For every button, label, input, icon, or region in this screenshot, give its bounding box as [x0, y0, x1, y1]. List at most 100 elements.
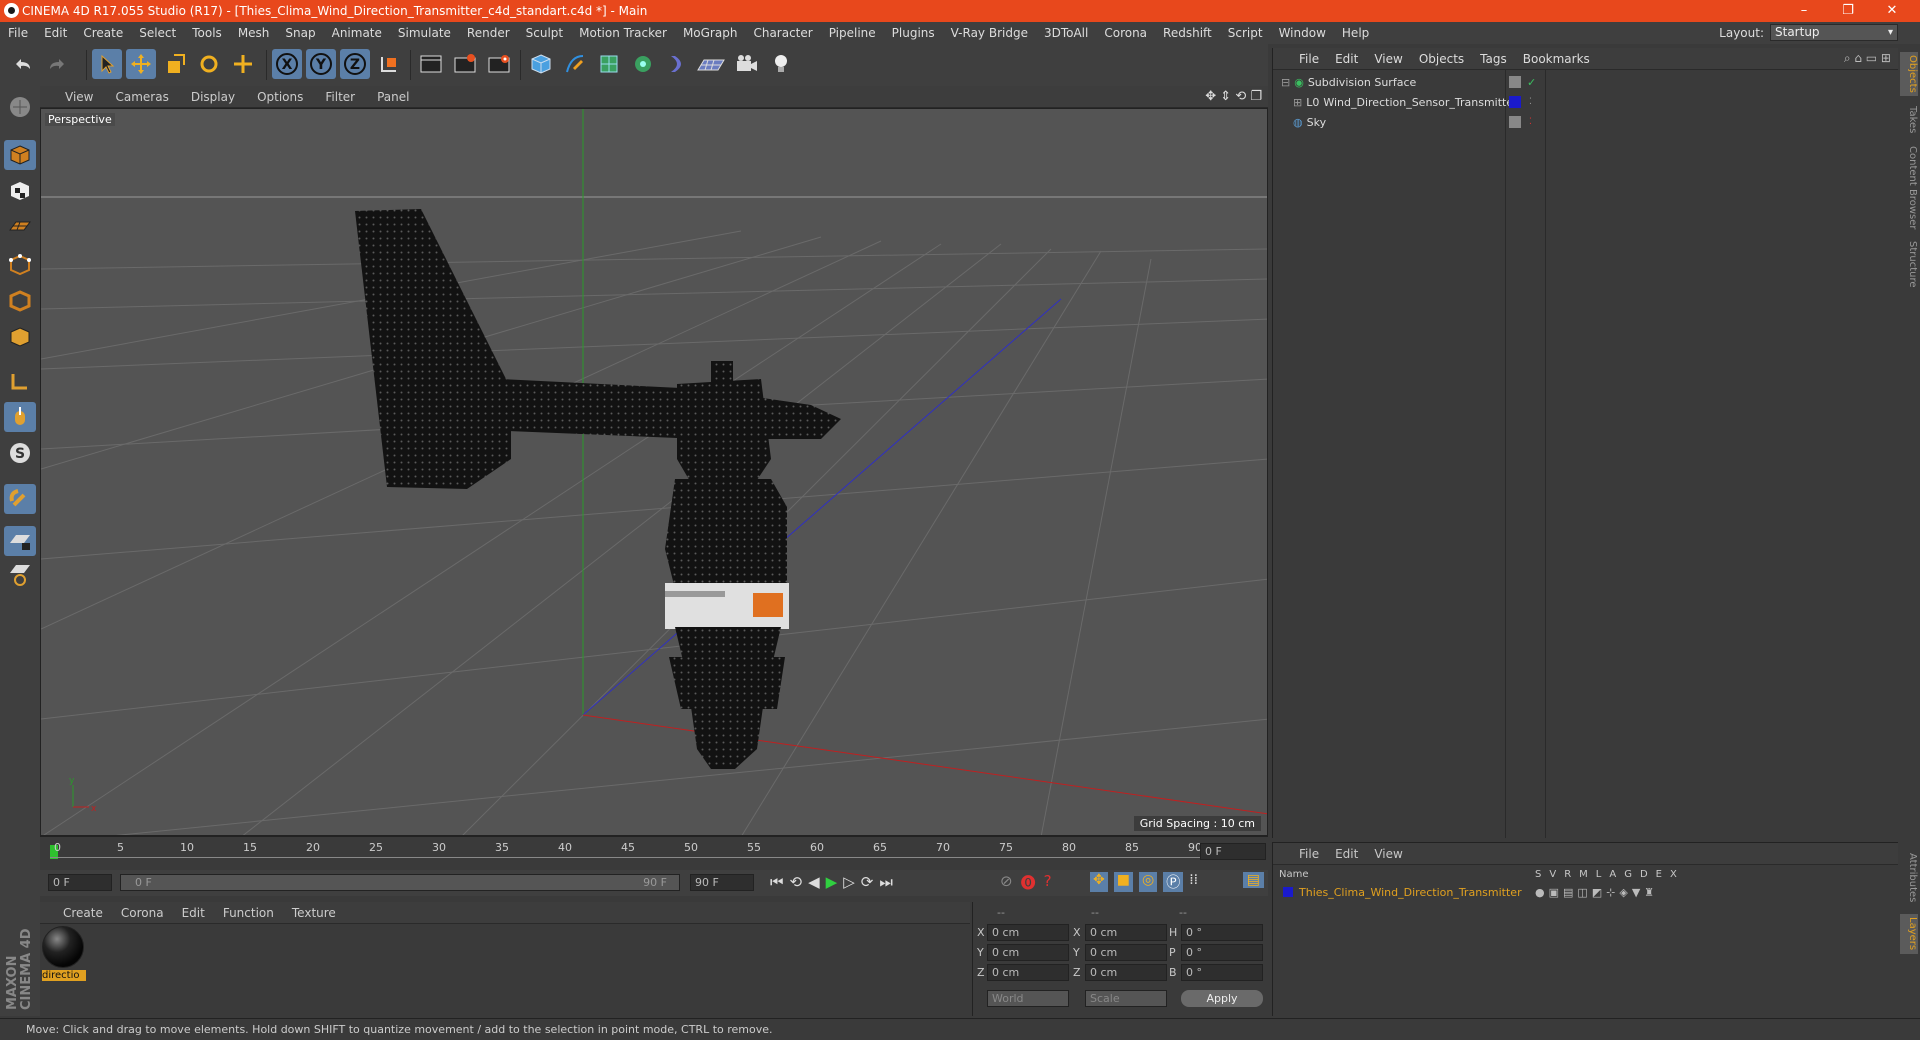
- layer-tag-icon[interactable]: [1509, 76, 1521, 88]
- size-x-field[interactable]: 0 cm: [1085, 924, 1167, 941]
- key-pla-icon[interactable]: ⁞⁞: [1189, 872, 1198, 892]
- obj-menu-edit[interactable]: Edit: [1327, 52, 1366, 66]
- viewport-nav-icons[interactable]: ✥ ⇕ ⟲ ❐: [1205, 89, 1262, 104]
- tab-objects[interactable]: Objects: [1900, 52, 1918, 96]
- edges-mode-icon[interactable]: [4, 286, 36, 316]
- layer-name[interactable]: Thies_Clima_Wind_Direction_Transmitter: [1299, 886, 1522, 899]
- render-view-icon[interactable]: [416, 49, 446, 79]
- mat-menu-edit[interactable]: Edit: [173, 906, 214, 920]
- object-row-wind-sensor[interactable]: ⊞ L0 Wind_Direction_Sensor_Transmitter ⁚: [1273, 92, 1899, 112]
- visibility-dots-icon[interactable]: ⁚: [1529, 117, 1532, 127]
- menu-create[interactable]: Create: [75, 26, 131, 40]
- menu-sculpt[interactable]: Sculpt: [518, 26, 571, 40]
- obj-menu-file[interactable]: File: [1291, 52, 1327, 66]
- render-settings-icon[interactable]: [484, 49, 514, 79]
- mat-menu-texture[interactable]: Texture: [283, 906, 345, 920]
- vp-menu-cameras[interactable]: Cameras: [104, 90, 179, 104]
- layout-dropdown[interactable]: Startup: [1770, 24, 1898, 41]
- tab-layers[interactable]: Layers: [1900, 914, 1918, 954]
- close-button[interactable]: ✕: [1870, 0, 1914, 22]
- rotate-tool-icon[interactable]: [194, 49, 224, 79]
- workplane-mode-icon[interactable]: [4, 212, 36, 242]
- vp-menu-panel[interactable]: Panel: [366, 90, 420, 104]
- minimize-button[interactable]: –: [1782, 0, 1826, 22]
- prev-key-icon[interactable]: ⟲: [790, 873, 803, 891]
- layer-menu-file[interactable]: File: [1291, 847, 1327, 861]
- tweak-mode-icon[interactable]: [4, 402, 36, 432]
- key-parameter-icon[interactable]: Ⓟ: [1163, 872, 1184, 892]
- menu-mesh[interactable]: Mesh: [230, 26, 278, 40]
- go-to-start-icon[interactable]: ⏮: [770, 873, 784, 891]
- menu-vray-bridge[interactable]: V-Ray Bridge: [943, 26, 1036, 40]
- cloner-icon[interactable]: [628, 49, 658, 79]
- transform-tool-icon[interactable]: [228, 49, 258, 79]
- menu-help[interactable]: Help: [1334, 26, 1377, 40]
- tab-takes[interactable]: Takes: [1900, 102, 1918, 138]
- menu-motion-tracker[interactable]: Motion Tracker: [571, 26, 675, 40]
- axis-mode-icon[interactable]: [4, 366, 36, 396]
- mat-menu-create[interactable]: Create: [54, 906, 112, 920]
- model-mode-icon[interactable]: [4, 140, 36, 170]
- deformer-icon[interactable]: [662, 49, 692, 79]
- z-axis-lock-icon[interactable]: Z: [340, 49, 370, 79]
- cube-object-icon[interactable]: [526, 49, 556, 79]
- timeline[interactable]: 0 5 10 15 20 25 30 35 40 45 50 55 60 65 70 75 80 85 90 0 F: [40, 836, 1268, 862]
- mat-menu-function[interactable]: Function: [214, 906, 283, 920]
- menu-window[interactable]: Window: [1271, 26, 1334, 40]
- vp-menu-display[interactable]: Display: [180, 90, 246, 104]
- layer-menu-edit[interactable]: Edit: [1327, 847, 1366, 861]
- pos-z-field[interactable]: 0 cm: [987, 964, 1069, 981]
- redo-icon[interactable]: [42, 49, 72, 79]
- snapping-icon[interactable]: S: [4, 438, 36, 468]
- vp-menu-filter[interactable]: Filter: [314, 90, 366, 104]
- menu-tools[interactable]: Tools: [184, 26, 230, 40]
- pen-spline-icon[interactable]: [560, 49, 590, 79]
- menu-simulate[interactable]: Simulate: [390, 26, 459, 40]
- menu-file[interactable]: File: [0, 26, 36, 40]
- object-row-sky[interactable]: ◍ Sky ⁚: [1273, 112, 1899, 132]
- floor-icon[interactable]: [696, 49, 726, 79]
- layer-flag-icons[interactable]: ●▣▤◫◩⊹◈▼♜: [1535, 886, 1658, 899]
- menu-pipeline[interactable]: Pipeline: [821, 26, 884, 40]
- camera-icon[interactable]: [732, 49, 762, 79]
- tab-structure[interactable]: Structure: [1900, 238, 1918, 290]
- pos-x-field[interactable]: 0 cm: [987, 924, 1069, 941]
- enabled-check-icon[interactable]: ✓: [1527, 76, 1536, 89]
- size-z-field[interactable]: 0 cm: [1085, 964, 1167, 981]
- size-y-field[interactable]: 0 cm: [1085, 944, 1167, 961]
- layer-row[interactable]: Thies_Clima_Wind_Direction_Transmitter ●…: [1273, 883, 1899, 901]
- magnet-icon[interactable]: [4, 484, 36, 514]
- range-slider[interactable]: 0 F 90 F: [120, 874, 680, 891]
- menu-script[interactable]: Script: [1220, 26, 1271, 40]
- current-frame-field[interactable]: 0 F: [1200, 843, 1266, 860]
- layer-tag-icon[interactable]: [1509, 116, 1521, 128]
- apply-button[interactable]: Apply: [1181, 990, 1263, 1007]
- autokey-icon[interactable]: ⓿: [1021, 872, 1036, 893]
- tab-content-browser[interactable]: Content Browser: [1900, 144, 1918, 232]
- key-rotation-icon[interactable]: ◎: [1138, 872, 1158, 892]
- record-keyframe-icon[interactable]: ⊘: [1000, 872, 1013, 893]
- layer-color-swatch[interactable]: [1283, 887, 1293, 897]
- play-icon[interactable]: ▶: [826, 873, 838, 891]
- vp-menu-options[interactable]: Options: [246, 90, 314, 104]
- pos-y-field[interactable]: 0 cm: [987, 944, 1069, 961]
- menu-3dtoall[interactable]: 3DToAll: [1036, 26, 1096, 40]
- scale-tool-icon[interactable]: [160, 49, 190, 79]
- mat-menu-corona[interactable]: Corona: [112, 906, 173, 920]
- make-editable-icon[interactable]: [4, 92, 36, 122]
- locked-workplane-icon[interactable]: [4, 526, 36, 556]
- object-row-subdivision-surface[interactable]: ⊟ ◉ Subdivision Surface ✓: [1273, 72, 1899, 92]
- layer-color-swatch[interactable]: [1509, 96, 1521, 108]
- keyframe-selection-icon[interactable]: ?: [1044, 872, 1052, 893]
- timeline-view-icon[interactable]: ▤: [1242, 872, 1264, 888]
- step-forward-icon[interactable]: ▷: [843, 873, 855, 891]
- 3d-viewport[interactable]: y x Perspective Grid Spacing : 10 cm: [40, 108, 1268, 836]
- planar-workplane-icon[interactable]: [4, 560, 36, 590]
- menu-snap[interactable]: Snap: [277, 26, 323, 40]
- maximize-button[interactable]: ❐: [1826, 0, 1870, 22]
- coord-type-dropdown[interactable]: Scale: [1085, 990, 1167, 1007]
- subdivision-surface-icon[interactable]: [594, 49, 624, 79]
- menu-redshift[interactable]: Redshift: [1155, 26, 1220, 40]
- obj-menu-view[interactable]: View: [1366, 52, 1410, 66]
- rot-b-field[interactable]: 0 °: [1181, 964, 1263, 981]
